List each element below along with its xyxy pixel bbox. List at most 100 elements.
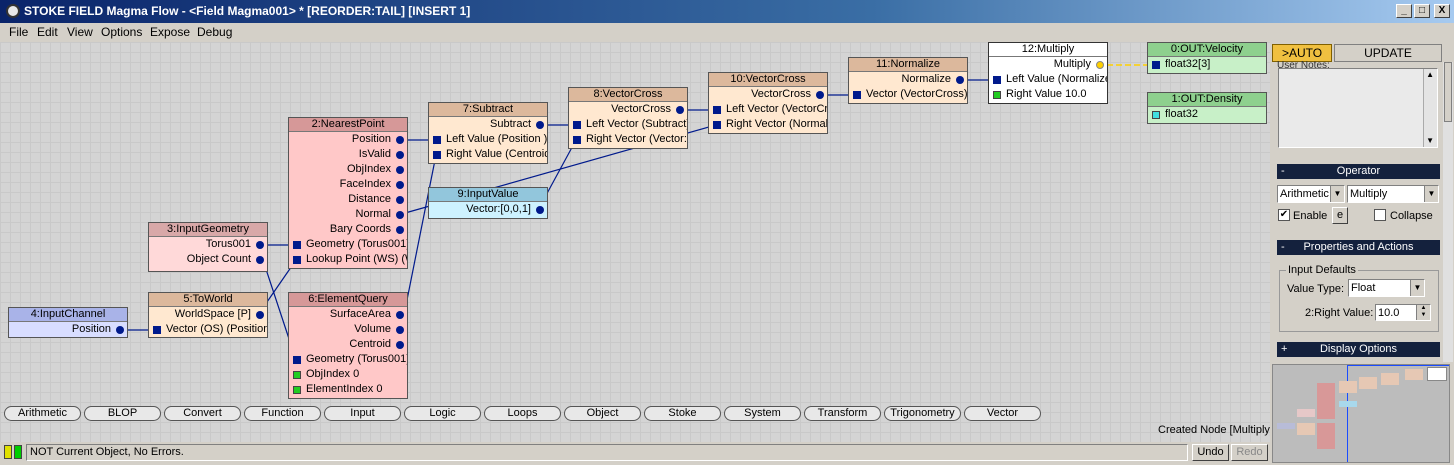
default-value-icon[interactable]: [993, 91, 1001, 99]
output-socket[interactable]: VectorCross: [709, 87, 827, 102]
operator-category-select[interactable]: Arithmetic ▼: [1277, 185, 1345, 203]
category-vector-button[interactable]: Vector: [964, 406, 1041, 421]
output-port-icon[interactable]: [396, 311, 404, 319]
input-socket[interactable]: Left Vector (Subtract): [569, 117, 687, 132]
output-port-icon[interactable]: [256, 256, 264, 264]
right-value-spinner[interactable]: 10.0 ▲ ▼: [1375, 304, 1431, 321]
output-socket[interactable]: Normalize: [849, 72, 967, 87]
input-socket[interactable]: Right Value (Centroid): [429, 147, 547, 162]
collapse-icon[interactable]: -: [1281, 164, 1285, 179]
input-port-icon[interactable]: [433, 136, 441, 144]
minimize-button[interactable]: _: [1396, 4, 1412, 18]
input-socket[interactable]: Geometry (Torus001): [289, 352, 407, 367]
input-port-icon[interactable]: [713, 121, 721, 129]
output-socket[interactable]: FaceIndex: [289, 177, 407, 192]
output-socket[interactable]: Subtract: [429, 117, 547, 132]
output-port-icon[interactable]: [396, 341, 404, 349]
input-port-icon[interactable]: [293, 356, 301, 364]
output-port-icon[interactable]: [396, 226, 404, 234]
enable-checkbox[interactable]: ✔: [1278, 209, 1290, 221]
node-out-density[interactable]: 1:OUT:Density float32: [1147, 92, 1267, 124]
menu-expose[interactable]: Expose: [150, 25, 190, 39]
category-convert-button[interactable]: Convert: [164, 406, 241, 421]
output-socket[interactable]: ObjIndex: [289, 162, 407, 177]
input-port-icon[interactable]: [573, 136, 581, 144]
side-panel-scrollbar[interactable]: [1443, 62, 1453, 362]
input-port-icon[interactable]: [153, 326, 161, 334]
input-socket[interactable]: Geometry (Torus001): [289, 237, 407, 252]
menu-edit[interactable]: Edit: [37, 25, 58, 39]
output-socket[interactable]: Centroid: [289, 337, 407, 352]
category-function-button[interactable]: Function: [244, 406, 321, 421]
display-options-rollout[interactable]: + Display Options: [1277, 342, 1440, 357]
chevron-down-icon[interactable]: ▼: [1330, 186, 1344, 202]
output-port-icon[interactable]: [116, 326, 124, 334]
output-socket[interactable]: Position: [289, 132, 407, 147]
output-port-icon[interactable]: [256, 311, 264, 319]
collapse-checkbox[interactable]: [1374, 209, 1386, 221]
operator-type-select[interactable]: Multiply ▼: [1347, 185, 1439, 203]
menu-view[interactable]: View: [67, 25, 93, 39]
output-port-icon[interactable]: [956, 76, 964, 84]
category-stoke-button[interactable]: Stoke: [644, 406, 721, 421]
menu-options[interactable]: Options: [101, 25, 142, 39]
input-port-icon[interactable]: [573, 121, 581, 129]
default-value-icon[interactable]: [293, 386, 301, 394]
output-port-icon[interactable]: [396, 211, 404, 219]
output-socket[interactable]: Volume: [289, 322, 407, 337]
output-port-icon[interactable]: [536, 121, 544, 129]
undo-button[interactable]: Undo: [1192, 444, 1229, 461]
node-vector-cross-8[interactable]: 8:VectorCross VectorCross Left Vector (S…: [568, 87, 688, 149]
category-input-button[interactable]: Input: [324, 406, 401, 421]
redo-button[interactable]: Redo: [1231, 444, 1268, 461]
chevron-down-icon[interactable]: ▼: [1424, 186, 1438, 202]
user-notes-textarea[interactable]: ▲ ▼: [1278, 68, 1438, 148]
input-socket[interactable]: ObjIndex 0: [289, 367, 407, 382]
category-object-button[interactable]: Object: [564, 406, 641, 421]
output-port-icon[interactable]: [676, 106, 684, 114]
node-to-world[interactable]: 5:ToWorld WorldSpace [P] Vector (OS) (Po…: [148, 292, 268, 338]
node-canvas[interactable]: 4:InputChannel Position 5:ToWorld WorldS…: [0, 42, 1270, 442]
input-port-icon[interactable]: [433, 151, 441, 159]
output-port-icon[interactable]: [396, 166, 404, 174]
output-port-icon[interactable]: [1096, 61, 1104, 69]
node-nearest-point[interactable]: 2:NearestPoint Position IsValid ObjIndex…: [288, 117, 408, 269]
expand-icon[interactable]: +: [1281, 342, 1287, 357]
output-socket[interactable]: Object Count: [149, 252, 267, 267]
maximize-button[interactable]: □: [1414, 4, 1430, 18]
scroll-down-icon[interactable]: ▼: [1426, 136, 1434, 145]
output-port-icon[interactable]: [256, 241, 264, 249]
default-value-icon[interactable]: [293, 371, 301, 379]
node-subtract[interactable]: 7:Subtract Subtract Left Value (Position…: [428, 102, 548, 164]
output-port-icon[interactable]: [396, 181, 404, 189]
operator-rollout[interactable]: - Operator: [1277, 164, 1440, 179]
output-socket[interactable]: WorldSpace [P]: [149, 307, 267, 322]
category-logic-button[interactable]: Logic: [404, 406, 481, 421]
node-input-channel[interactable]: 4:InputChannel Position: [8, 307, 128, 338]
node-out-velocity[interactable]: 0:OUT:Velocity float32[3]: [1147, 42, 1267, 74]
category-transform-button[interactable]: Transform: [804, 406, 881, 421]
output-socket[interactable]: Torus001: [149, 237, 267, 252]
close-button[interactable]: X: [1434, 4, 1450, 18]
input-port-icon[interactable]: [993, 76, 1001, 84]
input-socket[interactable]: Right Vector (Normal): [709, 117, 827, 132]
category-system-button[interactable]: System: [724, 406, 801, 421]
value-type-select[interactable]: Float ▼: [1348, 279, 1425, 297]
chevron-down-icon[interactable]: ▼: [1410, 280, 1424, 296]
input-port-icon[interactable]: [853, 91, 861, 99]
output-port-icon[interactable]: [816, 91, 824, 99]
input-socket[interactable]: Vector (OS) (Position): [149, 322, 267, 337]
input-port-icon[interactable]: [713, 106, 721, 114]
output-port-icon[interactable]: [396, 326, 404, 334]
output-port-icon[interactable]: [396, 151, 404, 159]
node-normalize[interactable]: 11:Normalize Normalize Vector (VectorCro…: [848, 57, 968, 104]
output-socket[interactable]: Vector:[0,0,1]: [429, 202, 547, 217]
input-port-icon[interactable]: [1152, 111, 1160, 119]
category-blop-button[interactable]: BLOP: [84, 406, 161, 421]
scrollbar-thumb[interactable]: [1444, 62, 1452, 122]
category-loops-button[interactable]: Loops: [484, 406, 561, 421]
input-socket[interactable]: Right Value 10.0: [989, 87, 1107, 102]
properties-rollout[interactable]: - Properties and Actions: [1277, 240, 1440, 255]
menu-debug[interactable]: Debug: [197, 25, 232, 39]
output-socket[interactable]: Multiply: [989, 57, 1107, 72]
